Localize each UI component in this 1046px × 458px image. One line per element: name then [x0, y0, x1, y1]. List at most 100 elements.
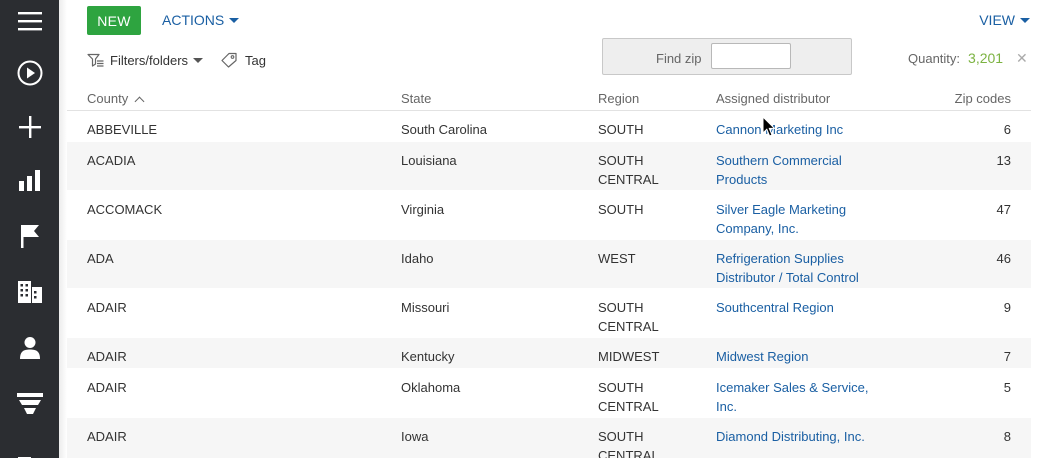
play-icon[interactable]	[0, 53, 59, 93]
menu-icon[interactable]	[0, 1, 59, 41]
tag-label: Tag	[245, 52, 266, 68]
region-line: SOUTH	[598, 122, 644, 137]
region-cell: SOUTH CENTRAL	[598, 378, 659, 416]
table-row[interactable]: ADA Idaho WEST Refrigeration Supplies Distri…	[67, 240, 1031, 289]
region-cell: SOUTH CENTRAL	[598, 427, 659, 458]
table-row[interactable]: ACADIA Louisiana SOUTH CENTRAL Southern Comm…	[67, 142, 1031, 191]
chevron-down-icon	[193, 58, 204, 63]
table-row[interactable]: ADAIR Iowa SOUTH CENTRAL Diamond Distributin…	[67, 418, 1031, 458]
county-cell: ADAIR	[87, 349, 127, 364]
close-icon[interactable]: ✕	[1016, 50, 1028, 67]
bar-chart-icon[interactable]	[0, 160, 59, 200]
left-nav	[0, 0, 59, 458]
state-cell: Kentucky	[401, 349, 455, 364]
person-icon[interactable]	[0, 328, 59, 368]
filters-label: Filters/folders	[110, 52, 189, 68]
find-zip-input[interactable]	[711, 43, 791, 69]
region-cell: SOUTH CENTRAL	[598, 151, 659, 189]
mouse-cursor-icon	[762, 116, 776, 137]
zip-codes-cell: 6	[1003, 122, 1011, 137]
distributor-line: Southern Commercial	[716, 153, 842, 168]
region-cell: WEST	[598, 249, 636, 268]
table-row[interactable]: ACCOMACK Virginia SOUTH Silver Eagle Market…	[67, 191, 1031, 240]
zip-codes-cell: 5	[1003, 380, 1011, 395]
buildings-icon[interactable]	[0, 272, 59, 312]
quantity-value: 3,201	[968, 50, 1004, 66]
filters-folders-dropdown[interactable]: Filters/folders	[87, 52, 204, 68]
state-cell: Idaho	[401, 251, 434, 266]
state-cell: Louisiana	[401, 153, 457, 168]
county-cell: ABBEVILLE	[87, 122, 158, 137]
county-cell: ACADIA	[87, 153, 136, 168]
view-dropdown[interactable]: VIEW	[979, 12, 1030, 28]
region-line: WEST	[598, 251, 636, 266]
table-row[interactable]: ADAIR Kentucky MIDWEST Midwest Region 7	[67, 338, 1031, 369]
zip-codes-cell: 47	[996, 202, 1011, 217]
table-body: ABBEVILLE South Carolina SOUTH Cannon Marke…	[67, 111, 1031, 458]
region-cell: MIDWEST	[598, 347, 659, 366]
county-cell: ADAIR	[87, 300, 127, 315]
assigned-distributor-link[interactable]: Diamond Distributing, Inc.	[716, 427, 865, 446]
county-cell: ADAIR	[87, 380, 127, 395]
zip-codes-cell: 8	[1003, 429, 1011, 444]
column-header-region[interactable]: Region	[598, 91, 639, 106]
find-zip-label: Find zip	[656, 51, 702, 66]
table-row[interactable]: ABBEVILLE South Carolina SOUTH Cannon Marke…	[67, 111, 1031, 142]
region-line: CENTRAL	[598, 448, 659, 458]
assigned-distributor-link[interactable]: Southern Commercial Products	[716, 151, 842, 189]
zip-codes-cell: 7	[1003, 349, 1011, 364]
tag-icon	[221, 52, 237, 68]
region-line: SOUTH	[598, 429, 644, 444]
new-button[interactable]: NEW	[87, 6, 141, 35]
region-line: SOUTH	[598, 202, 644, 217]
region-line: CENTRAL	[598, 319, 659, 334]
table-row[interactable]: ADAIR Missouri SOUTH CENTRAL Southcentral Re…	[67, 289, 1031, 338]
distributor-line: Refrigeration Supplies	[716, 251, 844, 266]
region-line: SOUTH	[598, 380, 644, 395]
table-row[interactable]: ADAIR Oklahoma SOUTH CENTRAL Icemaker Sales …	[67, 369, 1031, 418]
distributor-line: Icemaker Sales & Service,	[716, 380, 869, 395]
assigned-distributor-link[interactable]: Midwest Region	[716, 347, 809, 366]
flag-icon[interactable]	[0, 216, 59, 256]
state-cell: Iowa	[401, 429, 429, 444]
filter-folder-icon	[87, 53, 104, 67]
counties-table: County State Region Assigned distributor…	[67, 87, 1031, 458]
region-line: SOUTH	[598, 300, 644, 315]
state-cell: Oklahoma	[401, 380, 461, 395]
plus-icon[interactable]	[0, 107, 59, 147]
distributor-line: Midwest Region	[716, 349, 809, 364]
sort-ascending-icon	[134, 96, 145, 107]
zip-codes-cell: 9	[1003, 300, 1011, 315]
funnel-icon[interactable]	[0, 384, 59, 424]
county-cell: ADAIR	[87, 429, 127, 444]
region-cell: SOUTH	[598, 200, 644, 219]
state-cell: Virginia	[401, 202, 445, 217]
county-cell: ACCOMACK	[87, 202, 163, 217]
quantity-display: Quantity: 3,201	[908, 50, 1003, 66]
buildings-icon[interactable]	[0, 438, 59, 458]
distributor-line: Silver Eagle Marketing	[716, 202, 847, 217]
distributor-line: Distributor / Total Control	[716, 270, 859, 285]
find-zip-box: Find zip	[602, 38, 852, 75]
assigned-distributor-link[interactable]: Refrigeration Supplies Distributor / Tota…	[716, 249, 859, 287]
column-header-zip-codes[interactable]: Zip codes	[955, 91, 1011, 106]
tag-button[interactable]: Tag	[220, 52, 266, 68]
assigned-distributor-link[interactable]: Southcentral Region	[716, 298, 834, 317]
zip-codes-cell: 13	[996, 153, 1011, 168]
assigned-distributor-link[interactable]: Icemaker Sales & Service, Inc.	[716, 378, 868, 416]
column-header-county[interactable]: County	[87, 91, 145, 107]
column-header-assigned-distributor[interactable]: Assigned distributor	[716, 91, 830, 106]
assigned-distributor-link[interactable]: Cannon Marketing Inc	[716, 120, 843, 139]
distributor-line: Cannon Marketing Inc	[716, 122, 844, 137]
region-line: CENTRAL	[598, 399, 659, 414]
actions-label: ACTIONS	[162, 12, 225, 28]
county-cell: ADA	[87, 251, 114, 266]
region-cell: SOUTH	[598, 120, 644, 139]
quantity-label: Quantity:	[908, 50, 961, 66]
chevron-down-icon	[229, 18, 240, 23]
view-label: VIEW	[979, 12, 1015, 28]
column-header-state[interactable]: State	[401, 91, 431, 106]
table-header: County State Region Assigned distributor…	[67, 87, 1031, 111]
actions-dropdown[interactable]: ACTIONS	[162, 12, 240, 28]
assigned-distributor-link[interactable]: Silver Eagle Marketing Company, Inc.	[716, 200, 846, 238]
